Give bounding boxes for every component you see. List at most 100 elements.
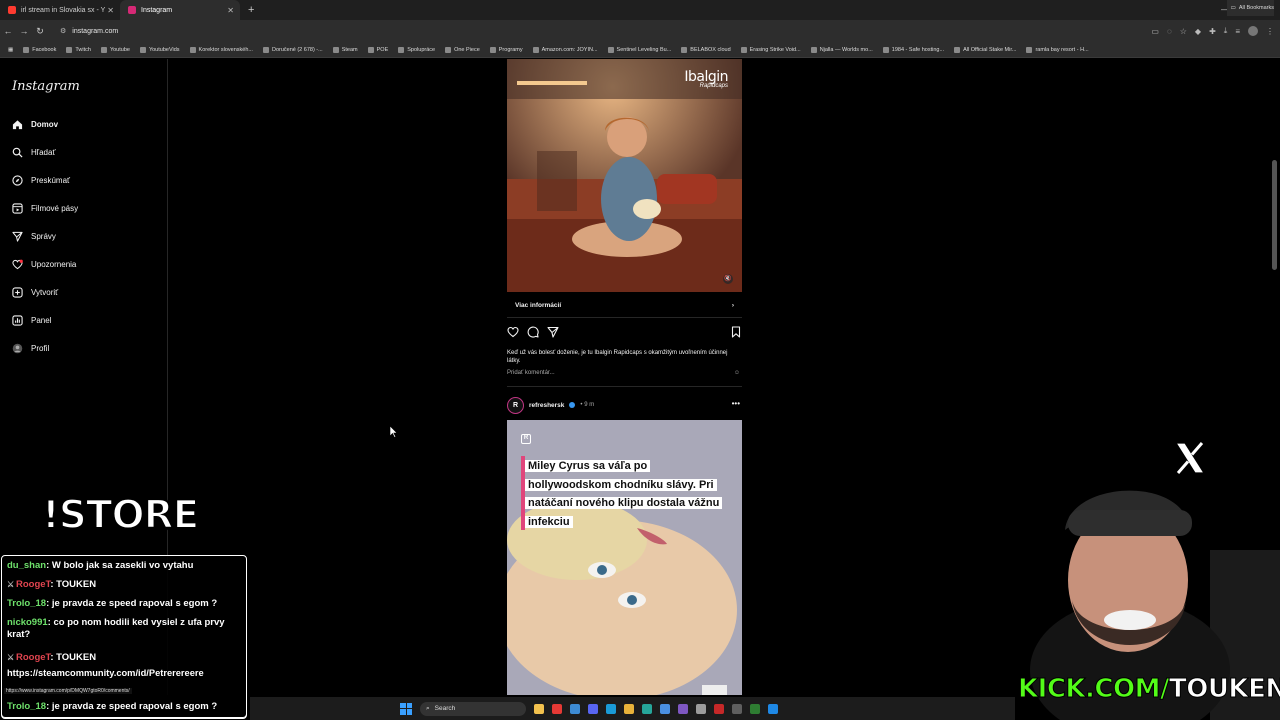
cast-icon[interactable]: ▭ <box>1151 27 1159 36</box>
bookmark-item[interactable]: Korektor slovenskéh... <box>189 46 253 53</box>
windows-start-icon[interactable] <box>400 702 412 715</box>
nav-item-home[interactable]: Domov <box>12 119 58 130</box>
bookmark-favicon-icon <box>139 46 146 53</box>
apps-grid-icon[interactable]: ▦ <box>8 47 13 53</box>
post-actions <box>507 325 742 339</box>
nav-item-create[interactable]: Vytvoriť <box>12 287 58 298</box>
bookmark-item[interactable]: Erasing Strike Void... <box>740 46 801 53</box>
instagram-favicon-icon <box>128 6 136 14</box>
nav-item-explore[interactable]: Preskúmať <box>12 175 70 186</box>
tab-search-icon[interactable]: ≡ <box>1235 27 1240 36</box>
bookmark-item[interactable]: 1984 - Safe hosting... <box>882 46 944 53</box>
search-icon <box>12 147 23 158</box>
forward-icon[interactable]: → <box>16 26 32 36</box>
nav-item-notifications[interactable]: Upozornenia <box>12 259 76 270</box>
post-caption: Keď už vás bolesť doženie, je tu Ibalgin… <box>507 350 728 364</box>
bookmark-label: Amazon.com: JOYIN... <box>541 46 598 53</box>
steam-icon[interactable] <box>570 703 580 714</box>
edge-icon[interactable] <box>606 703 616 714</box>
nav-item-reels[interactable]: Filmové pásy <box>12 203 78 214</box>
app-green-icon[interactable] <box>750 703 760 714</box>
bookmark-item[interactable]: Twitch <box>66 46 91 53</box>
bookmark-favicon-icon <box>189 46 196 53</box>
bookmark-item[interactable]: Njalla — Worlds mo... <box>810 46 873 53</box>
reload-icon[interactable]: ↻ <box>32 26 48 37</box>
emoji-icon[interactable]: ☺ <box>734 370 740 376</box>
chat-message: du_shan: W bolo jak sa zasekli vo vytahu <box>7 560 194 571</box>
post-username[interactable]: refreshersk <box>529 402 564 409</box>
app-gray-icon[interactable] <box>696 703 706 714</box>
nav-item-profile[interactable]: Profil <box>12 343 49 354</box>
more-info-label: Viac informácií <box>515 302 562 309</box>
eye-off-icon[interactable]: ◌ <box>1167 27 1172 36</box>
bookmark-item[interactable]: One Piece <box>445 46 480 53</box>
comment-icon[interactable] <box>527 325 539 338</box>
like-icon[interactable] <box>507 325 519 338</box>
bookmark-item[interactable]: Facebook <box>23 46 56 53</box>
app-purple-icon[interactable] <box>678 703 688 714</box>
back-icon[interactable]: ← <box>0 26 16 36</box>
extension-icon[interactable]: ◆ <box>1195 27 1201 36</box>
youtube-favicon-icon <box>8 6 16 14</box>
bookmark-item[interactable]: Sentinel Leveling Bu... <box>607 46 671 53</box>
app-light-blue-icon[interactable] <box>768 703 778 714</box>
tab-instagram[interactable]: Instagram ✕ <box>120 0 240 20</box>
url-field[interactable]: ⚙ instagram.com <box>54 23 1094 39</box>
tab-close-icon[interactable]: ✕ <box>107 6 114 15</box>
nav-item-dashboard[interactable]: Panel <box>12 315 51 326</box>
browser-tab-bar: irl stream in Slovakia sx - Y ✕ Instagra… <box>0 0 1280 20</box>
post-ad-media[interactable]: Ibalgin Rapidcaps 🔇 <box>507 59 742 292</box>
chrome-icon[interactable] <box>624 703 634 714</box>
chat-user: Trolo_18 <box>7 598 47 609</box>
refresher-badge-icon: R <box>521 434 531 444</box>
bookmark-item[interactable]: Amazon.com: JOYIN... <box>532 46 598 53</box>
profile-avatar-icon[interactable] <box>1248 26 1258 36</box>
more-options-icon[interactable]: ••• <box>732 399 740 408</box>
download-icon[interactable]: ⤓ <box>1224 26 1228 36</box>
bookmark-item[interactable]: Steam <box>332 46 358 53</box>
app-dark-icon[interactable] <box>732 703 742 714</box>
bookmark-favicon-icon <box>532 46 539 53</box>
refresher-avatar[interactable]: R <box>507 396 524 414</box>
app-dark-red-icon[interactable] <box>714 703 724 714</box>
menu-kebab-icon[interactable]: ⋮ <box>1266 27 1274 36</box>
bookmark-icon[interactable] <box>730 325 742 338</box>
all-bookmarks-label: All Bookmarks <box>1238 5 1274 11</box>
bookmark-item[interactable]: POE <box>367 46 388 53</box>
puzzle-icon[interactable]: ✚ <box>1209 27 1216 36</box>
bookmark-favicon-icon <box>810 46 817 53</box>
new-tab-button[interactable]: + <box>240 4 262 16</box>
nav-item-search[interactable]: Hľadať <box>12 147 55 158</box>
bookmark-item[interactable]: BELABOX cloud <box>681 46 731 53</box>
discord-icon[interactable] <box>588 703 598 714</box>
post-media[interactable]: R Miley Cyrus sa váľa po hollywoodskom c… <box>507 420 742 695</box>
verified-badge-icon <box>569 402 576 408</box>
bookmark-item[interactable]: Programy <box>489 46 523 53</box>
bookmark-item[interactable]: Youtube <box>100 46 130 53</box>
star-icon[interactable]: ☆ <box>1180 27 1187 36</box>
mute-icon[interactable]: 🔇 <box>723 274 733 284</box>
chat-user: RoogeT <box>16 652 51 663</box>
bookmarks-bar: ▦ Facebook Twitch Youtube YoutubeVids Korekt… <box>0 42 1280 58</box>
bookmark-item[interactable]: Spolupráce <box>398 46 435 53</box>
nav-item-messages[interactable]: Správy <box>12 231 56 242</box>
all-bookmarks-button[interactable]: ▭ All Bookmarks <box>1226 0 1274 16</box>
add-comment-field[interactable]: Pridať komentár... ☺ <box>507 370 742 376</box>
file-explorer-icon[interactable] <box>534 703 544 714</box>
app-blue-icon[interactable] <box>660 703 670 714</box>
bookmark-item[interactable]: All Official Stake Mir... <box>954 46 1016 53</box>
more-info-button[interactable]: Viac informácií › <box>507 294 742 318</box>
site-info-icon[interactable]: ⚙ <box>60 27 66 35</box>
taskbar-search[interactable]: ⌕ Search <box>420 701 526 716</box>
calculator-icon[interactable] <box>642 703 652 714</box>
tab-close-icon[interactable]: ✕ <box>227 6 234 15</box>
share-icon[interactable] <box>547 325 559 338</box>
bookmark-favicon-icon <box>740 46 747 53</box>
bookmark-item[interactable]: Doručené (2 678) -... <box>262 46 323 53</box>
instagram-logo[interactable]: Instagram <box>12 79 80 94</box>
scrollbar-thumb[interactable] <box>1272 160 1277 270</box>
tab-youtube[interactable]: irl stream in Slovakia sx - Y ✕ <box>0 0 120 20</box>
bookmark-item[interactable]: YoutubeVids <box>139 46 180 53</box>
bookmark-item[interactable]: ramla bay resort - H... <box>1026 46 1089 53</box>
app-red-icon[interactable] <box>552 703 562 714</box>
